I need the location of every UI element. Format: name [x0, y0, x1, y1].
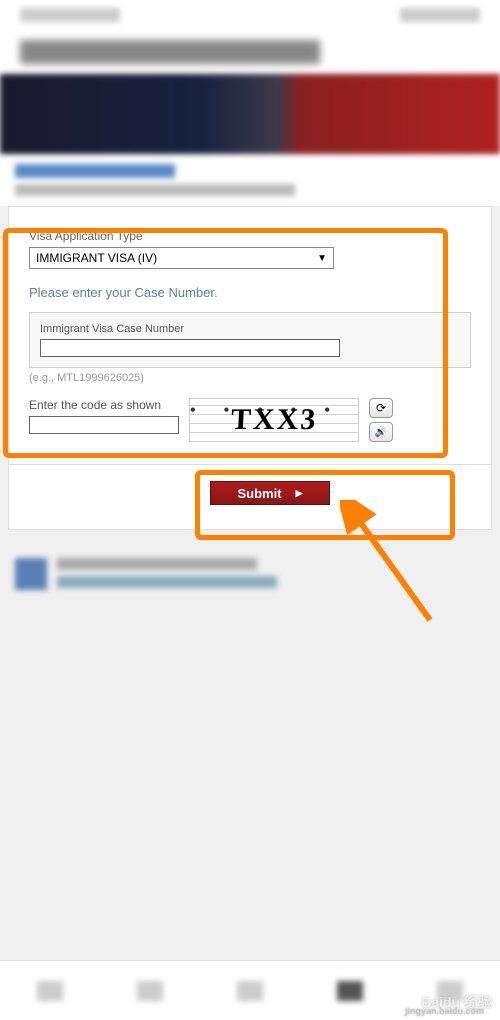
nav-item-1[interactable] [37, 981, 63, 1001]
footer-line-2 [57, 576, 277, 588]
visa-type-label: Visa Application Type [29, 229, 471, 243]
captcha-image: • • • • • TXX3 [189, 398, 359, 442]
avatar [15, 558, 47, 590]
case-number-input[interactable] [40, 339, 340, 357]
hero-banner [0, 74, 500, 154]
page-title-blurred [20, 40, 320, 64]
caret-right-icon: ▶ [296, 488, 303, 499]
footer-info [0, 550, 500, 598]
case-number-box: Immigrant Visa Case Number [29, 312, 471, 368]
status-right [400, 8, 480, 22]
chevron-down-icon: ▼ [317, 253, 327, 264]
breadcrumb-area [0, 154, 500, 206]
captcha-input[interactable] [29, 416, 179, 434]
captcha-text: TXX3 [230, 403, 318, 437]
submit-label: Submit [238, 486, 282, 501]
refresh-icon: ⟳ [376, 401, 386, 415]
visa-type-value: IMMIGRANT VISA (IV) [36, 251, 157, 265]
status-left [20, 8, 120, 22]
captcha-audio-button[interactable]: 🔊 [369, 422, 393, 442]
top-status-bar [0, 0, 500, 30]
nav-item-2[interactable] [137, 981, 163, 1001]
nav-item-3[interactable] [237, 981, 263, 1001]
case-number-label: Immigrant Visa Case Number [40, 323, 460, 335]
breadcrumb-link-blurred [15, 164, 175, 178]
nav-item-4[interactable] [337, 981, 363, 1001]
visa-form-panel: Visa Application Type IMMIGRANT VISA (IV… [8, 206, 492, 465]
submit-button[interactable]: Submit ▶ [210, 481, 330, 505]
breadcrumb-text-blurred [15, 184, 295, 196]
audio-icon: 🔊 [375, 427, 387, 438]
footer-line-1 [57, 558, 257, 570]
submit-panel: Submit ▶ [8, 465, 492, 530]
case-number-hint: (e.g., MTL1999626025) [29, 372, 471, 384]
visa-type-select[interactable]: IMMIGRANT VISA (IV) ▼ [29, 247, 334, 269]
page-header [0, 30, 500, 74]
watermark: Baidu 经验 jingyan.baidu.com [421, 992, 492, 1012]
captcha-section: Enter the code as shown • • • • • TXX3 ⟳… [29, 398, 471, 442]
captcha-label: Enter the code as shown [29, 398, 179, 412]
case-number-instruction: Please enter your Case Number. [29, 285, 471, 300]
captcha-refresh-button[interactable]: ⟳ [369, 398, 393, 418]
